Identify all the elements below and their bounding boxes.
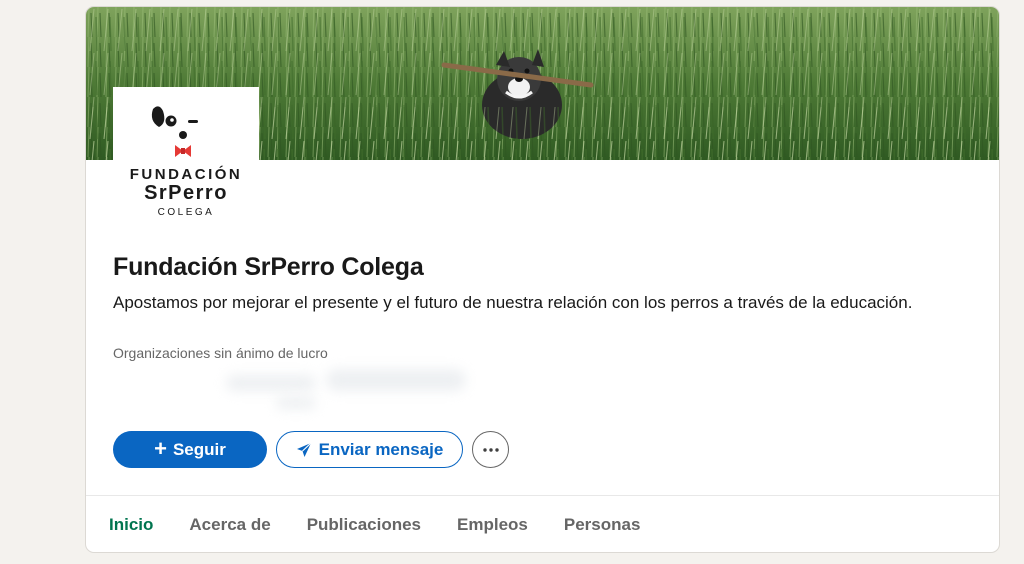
company-page-card: FUNDACIÓN SrPerro COLEGA Fundación SrPer… bbox=[85, 6, 1000, 553]
send-message-label: Enviar mensaje bbox=[318, 439, 444, 459]
company-logo[interactable]: FUNDACIÓN SrPerro COLEGA bbox=[113, 87, 259, 233]
tab-inicio[interactable]: Inicio bbox=[86, 496, 171, 552]
blurred-followers-info bbox=[226, 369, 466, 414]
organization-name: Fundación SrPerro Colega bbox=[113, 253, 424, 281]
action-buttons: + Seguir Enviar mensaje bbox=[113, 431, 509, 468]
follow-button[interactable]: + Seguir bbox=[113, 431, 267, 468]
logo-line3: COLEGA bbox=[158, 207, 215, 218]
logo-line2: SrPerro bbox=[144, 182, 228, 204]
more-options-button[interactable] bbox=[472, 431, 509, 468]
tab-empleos[interactable]: Empleos bbox=[439, 496, 546, 552]
paper-plane-icon bbox=[296, 442, 312, 457]
page-tabs: Inicio Acerca de Publicaciones Empleos P… bbox=[86, 496, 999, 552]
srperro-logo: FUNDACIÓN SrPerro COLEGA bbox=[130, 106, 243, 218]
send-message-button[interactable]: Enviar mensaje bbox=[276, 431, 463, 468]
plus-icon: + bbox=[154, 435, 167, 461]
logo-line1: FUNDACIÓN bbox=[130, 165, 243, 183]
tab-publicaciones[interactable]: Publicaciones bbox=[289, 496, 439, 552]
ellipsis-icon bbox=[482, 447, 499, 452]
organization-industry: Organizaciones sin ánimo de lucro bbox=[113, 345, 328, 361]
tab-acerca-de[interactable]: Acerca de bbox=[171, 496, 288, 552]
tab-personas[interactable]: Personas bbox=[546, 496, 659, 552]
follow-label: Seguir bbox=[172, 439, 226, 459]
organization-tagline: Apostamos por mejorar el presente y el f… bbox=[113, 293, 913, 312]
